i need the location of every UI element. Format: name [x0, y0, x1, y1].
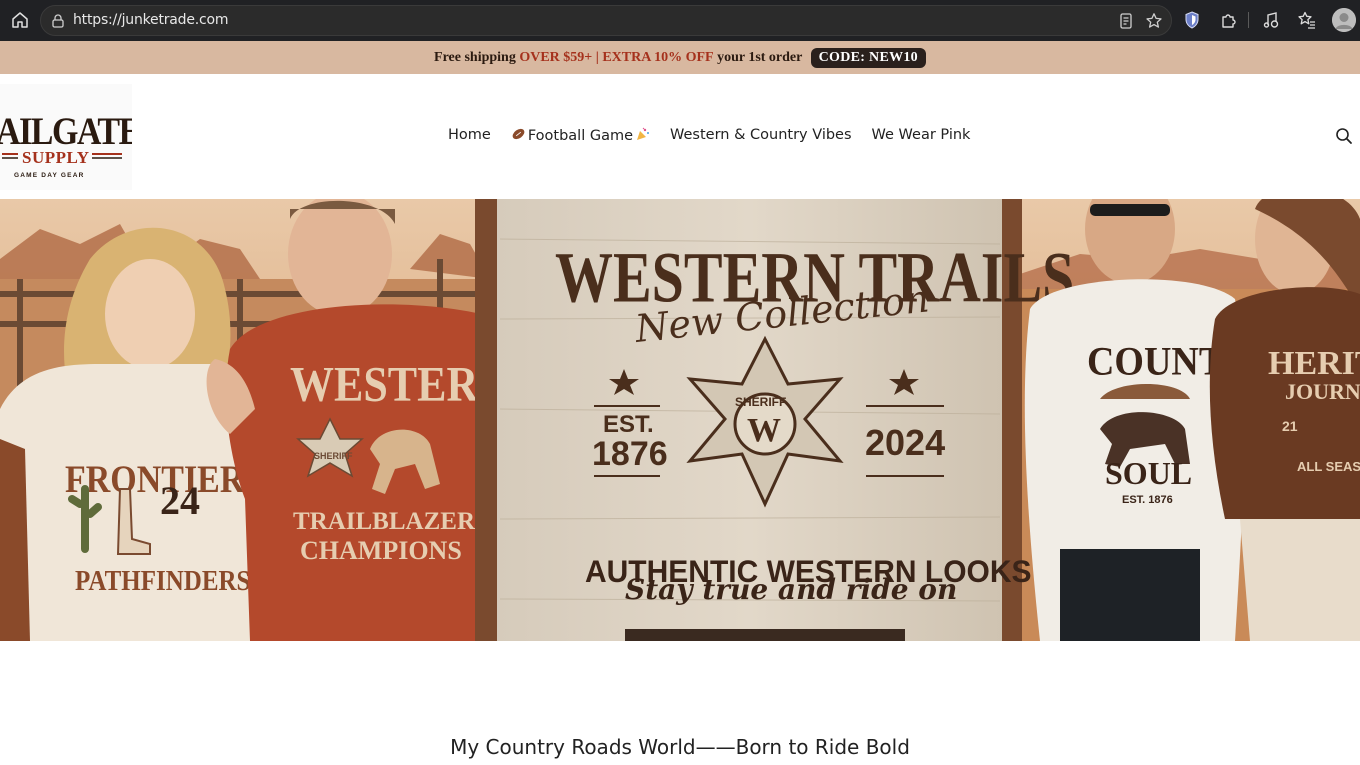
site-header: AILGATE SUPPLY GAME DAY GEAR Home Footba… [0, 74, 1360, 199]
sign-year-left: 1876 [592, 435, 668, 473]
nav-football-game[interactable]: Football Game [511, 127, 650, 144]
shirt4-bottom-text: ALL SEAS [1297, 459, 1360, 474]
shirt2-bottom2-text: CHAMPIONS [300, 536, 462, 565]
browser-toolbar: https://junketrade.com [0, 0, 1360, 41]
hero-banner[interactable]: FRONTIER 24 PATHFINDERS WESTERN SHERIFF … [0, 199, 1360, 641]
profile-avatar[interactable] [1332, 8, 1356, 32]
football-icon [511, 127, 526, 141]
promo-text-offer: OVER $59+ | EXTRA 10% OFF [519, 49, 714, 65]
address-bar[interactable]: https://junketrade.com [40, 5, 1172, 36]
shirt3-bottom-text: SOUL [1105, 455, 1192, 491]
shirt1-bottom-text: PATHFINDERS [75, 564, 250, 596]
lock-icon[interactable] [50, 13, 66, 29]
nav-home[interactable]: Home [448, 127, 491, 144]
shirt2-bottom1-text: TRAILBLAZERS [293, 508, 489, 535]
sign-badge-letter: W [747, 412, 781, 449]
favorite-star-icon[interactable] [1145, 12, 1163, 30]
favorites-list-icon[interactable] [1297, 10, 1317, 30]
shield-extension-icon[interactable] [1182, 10, 1202, 30]
sign-badge-word: SHERIFF [735, 395, 786, 409]
logo-supply: SUPPLY [22, 148, 90, 167]
logo-subline: GAME DAY GEAR [14, 172, 85, 179]
shirt4-mid-text: JOURN [1285, 379, 1360, 404]
media-control-icon[interactable] [1261, 10, 1281, 30]
sign-year-right: 2024 [865, 422, 945, 463]
nav-western-country[interactable]: Western & Country Vibes [670, 127, 852, 144]
shirt2-badge-text: SHERIFF [314, 451, 353, 461]
shirt3-est-text: EST. 1876 [1122, 494, 1173, 506]
promo-text-lead: Free shipping [434, 49, 520, 65]
sign-script-2: Stay true and ride on [625, 573, 957, 606]
search-icon[interactable] [1335, 127, 1353, 145]
shirt4-top-text: HERITA [1268, 345, 1360, 382]
shirt1-top-text: FRONTIER [65, 457, 245, 501]
promo-banner: Free shipping OVER $59+ | EXTRA 10% OFF … [0, 41, 1360, 74]
sign-est-left: EST. [603, 411, 654, 438]
url-text[interactable]: https://junketrade.com [73, 12, 229, 28]
nav-we-wear-pink[interactable]: We Wear Pink [872, 127, 971, 144]
logo-wordmark: AILGATE [0, 109, 132, 153]
reader-mode-icon[interactable] [1117, 12, 1135, 30]
hero-illustration: FRONTIER 24 PATHFINDERS WESTERN SHERIFF … [0, 199, 1360, 641]
shirt4-num-text: 21 [1282, 418, 1298, 434]
promo-code-badge: CODE: NEW10 [810, 47, 926, 68]
site-logo[interactable]: AILGATE SUPPLY GAME DAY GEAR [0, 84, 132, 190]
shirt1-number: 24 [160, 478, 200, 523]
party-popper-icon [635, 127, 650, 141]
section-tagline: My Country Roads World——Born to Ride Bol… [450, 735, 910, 759]
toolbar-divider [1248, 12, 1249, 28]
home-icon[interactable] [9, 9, 31, 31]
nav-football-label: Football Game [527, 128, 634, 144]
extensions-puzzle-icon[interactable] [1219, 10, 1239, 30]
main-nav: Home Football Game Western & Country Vib… [448, 127, 990, 144]
promo-text-tail: your 1st order [713, 49, 806, 65]
